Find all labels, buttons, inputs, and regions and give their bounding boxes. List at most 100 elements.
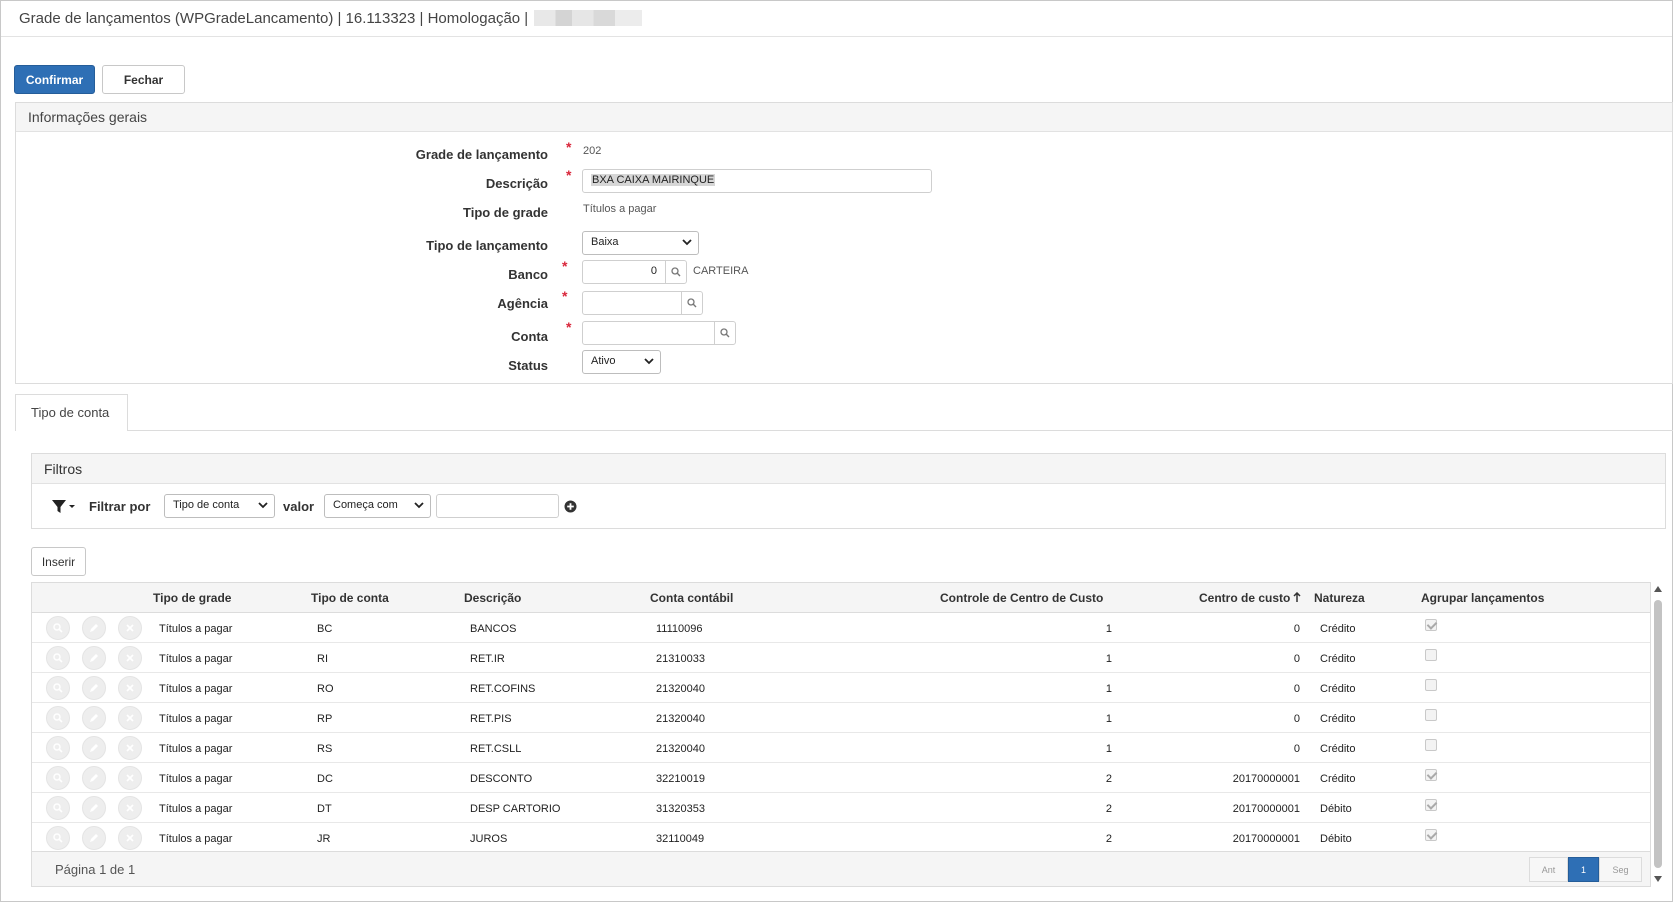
next-page-button[interactable]: Seg: [1599, 857, 1642, 882]
required-marker: *: [566, 167, 572, 183]
delete-button[interactable]: [118, 736, 142, 760]
delete-button[interactable]: [118, 616, 142, 640]
table-row: Títulos a pagar BC BANCOS 11110096 1 0 Crédito: [32, 613, 1650, 643]
cell-natureza: Débito: [1320, 833, 1352, 845]
filter-value-label: valor: [283, 499, 315, 514]
col-tipo-grade[interactable]: Tipo de grade: [153, 591, 231, 605]
col-descricao[interactable]: Descrição: [464, 591, 521, 605]
view-button[interactable]: [46, 766, 70, 790]
filter-value-input[interactable]: [436, 494, 559, 518]
prev-page-button[interactable]: Ant: [1529, 857, 1568, 882]
banco-input[interactable]: 0: [582, 260, 666, 284]
edit-button[interactable]: [82, 766, 106, 790]
filter-field-select[interactable]: Tipo de conta: [164, 494, 275, 518]
col-natureza[interactable]: Natureza: [1314, 591, 1365, 605]
banco-label: Banco: [508, 267, 548, 282]
cell-conta-contabil: 21310033: [656, 653, 705, 665]
insert-button[interactable]: Inserir: [31, 547, 86, 576]
view-button[interactable]: [46, 676, 70, 700]
cell-conta-contabil: 21320040: [656, 743, 705, 755]
filter-icon[interactable]: [51, 499, 75, 515]
col-centro-custo[interactable]: Centro de custo: [1199, 591, 1301, 605]
add-filter-icon[interactable]: [564, 500, 577, 513]
cell-conta-contabil: 32210019: [656, 773, 705, 785]
agrupar-checkbox[interactable]: [1425, 679, 1437, 691]
cell-centro-custo: 0: [1293, 743, 1300, 755]
agrupar-checkbox[interactable]: [1425, 619, 1437, 631]
col-conta-contabil[interactable]: Conta contábil: [650, 591, 733, 605]
filter-operator-select[interactable]: Começa com: [324, 494, 431, 518]
table-row: Títulos a pagar RI RET.IR 21310033 1 0 Crédito: [32, 643, 1650, 673]
cell-conta-contabil: 21320040: [656, 713, 705, 725]
cell-controle-cc: 1: [1105, 743, 1112, 755]
conta-lookup-button[interactable]: [714, 321, 736, 345]
filters-header: Filtros: [32, 454, 1665, 484]
delete-button[interactable]: [118, 706, 142, 730]
agrupar-checkbox[interactable]: [1425, 829, 1437, 841]
col-controle-cc[interactable]: Controle de Centro de Custo: [940, 591, 1103, 605]
confirm-button[interactable]: Confirmar: [14, 65, 95, 94]
cell-centro-custo: 0: [1293, 653, 1300, 665]
required-marker: *: [562, 288, 568, 304]
agrupar-checkbox[interactable]: [1425, 649, 1437, 661]
agrupar-checkbox[interactable]: [1425, 769, 1437, 781]
table-row: Títulos a pagar RP RET.PIS 21320040 1 0 Crédit…: [32, 703, 1650, 733]
descricao-label: Descrição: [485, 176, 548, 191]
scrollbar-thumb[interactable]: [1654, 600, 1662, 868]
col-tipo-conta[interactable]: Tipo de conta: [311, 591, 389, 605]
view-button[interactable]: [46, 706, 70, 730]
delete-button[interactable]: [118, 766, 142, 790]
pagination-text: Página 1 de 1: [55, 862, 136, 877]
agencia-input[interactable]: [582, 291, 682, 315]
cell-centro-custo: 20170000001: [1232, 833, 1300, 845]
tipo-lancamento-select[interactable]: Baixa: [582, 231, 699, 255]
conta-input[interactable]: [582, 321, 715, 345]
edit-button[interactable]: [82, 796, 106, 820]
page-1-button[interactable]: 1: [1568, 857, 1599, 882]
delete-button[interactable]: [118, 826, 142, 850]
cell-tipo-conta: BC: [317, 623, 333, 635]
conta-label: Conta: [511, 329, 548, 344]
view-button[interactable]: [46, 646, 70, 670]
cell-centro-custo: 20170000001: [1232, 773, 1300, 785]
filter-by-label: Filtrar por: [89, 499, 151, 514]
view-button[interactable]: [46, 736, 70, 760]
delete-button[interactable]: [118, 646, 142, 670]
scroll-down-icon[interactable]: [1654, 876, 1662, 882]
edit-button[interactable]: [82, 826, 106, 850]
cell-conta-contabil: 21320040: [656, 683, 705, 695]
cell-controle-cc: 2: [1105, 773, 1112, 785]
search-icon: [720, 328, 730, 338]
grid-scrollbar[interactable]: [1651, 582, 1665, 887]
descricao-input[interactable]: BXA CAIXA MAIRINQUE: [582, 169, 932, 193]
edit-button[interactable]: [82, 676, 106, 700]
view-button[interactable]: [46, 616, 70, 640]
view-button[interactable]: [46, 796, 70, 820]
agencia-lookup-button[interactable]: [681, 291, 703, 315]
cell-descricao: BANCOS: [470, 623, 517, 635]
tipo-grade-label: Tipo de grade: [463, 205, 548, 220]
grid-header: Tipo de grade Tipo de conta Descrição Co…: [32, 583, 1650, 613]
redacted-text: [534, 10, 643, 26]
delete-button[interactable]: [118, 796, 142, 820]
status-select[interactable]: Ativo: [582, 350, 661, 374]
tab-tipo-de-conta[interactable]: Tipo de conta: [15, 394, 128, 431]
close-button[interactable]: Fechar: [102, 65, 185, 94]
agrupar-checkbox[interactable]: [1425, 709, 1437, 721]
col-agrupar[interactable]: Agrupar lançamentos: [1421, 591, 1544, 605]
edit-button[interactable]: [82, 736, 106, 760]
banco-lookup-button[interactable]: [665, 260, 687, 284]
edit-button[interactable]: [82, 616, 106, 640]
cell-tipo-grade: Títulos a pagar: [159, 653, 233, 665]
delete-button[interactable]: [118, 676, 142, 700]
agrupar-checkbox[interactable]: [1425, 739, 1437, 751]
cell-descricao: RET.PIS: [470, 713, 512, 725]
agrupar-checkbox[interactable]: [1425, 799, 1437, 811]
cell-tipo-conta: DC: [317, 773, 333, 785]
edit-button[interactable]: [82, 706, 106, 730]
chevron-down-icon: [644, 358, 654, 365]
edit-button[interactable]: [82, 646, 106, 670]
cell-centro-custo: 20170000001: [1232, 803, 1300, 815]
view-button[interactable]: [46, 826, 70, 850]
scroll-up-icon[interactable]: [1654, 586, 1662, 592]
